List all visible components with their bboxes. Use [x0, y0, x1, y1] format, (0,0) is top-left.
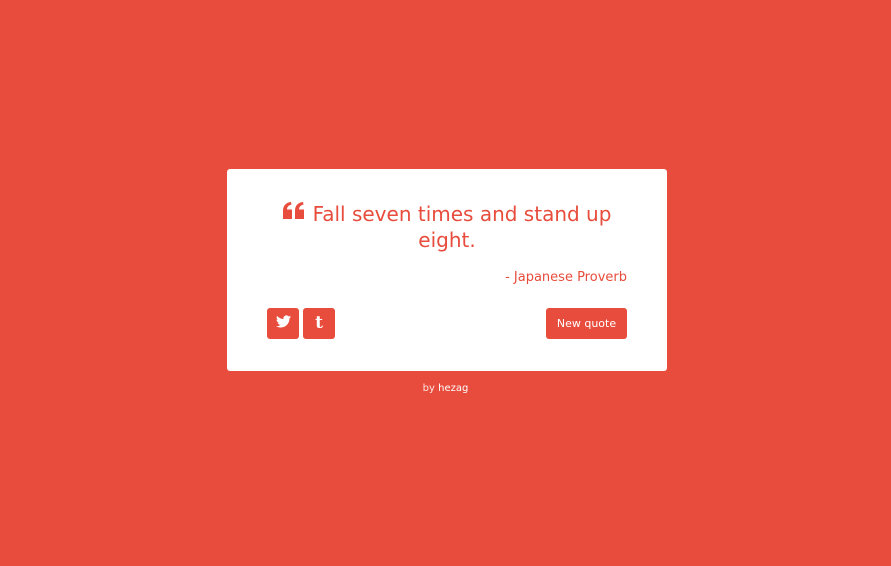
- quote-box: Fall seven times and stand up eight. - J…: [227, 169, 667, 371]
- quote-author: - Japanese Proverb: [505, 270, 627, 285]
- button-row: t New quote: [267, 308, 627, 339]
- quote-text-container: Fall seven times and stand up eight.: [267, 201, 627, 253]
- tweet-button[interactable]: [267, 308, 299, 339]
- quote-left-icon: [282, 202, 305, 220]
- footer-by-label: by: [422, 383, 435, 394]
- quote-text: Fall seven times and stand up eight.: [312, 202, 612, 252]
- new-quote-button[interactable]: New quote: [546, 308, 627, 339]
- tumblr-button[interactable]: t: [303, 308, 335, 339]
- tumblr-icon: t: [315, 313, 323, 333]
- twitter-icon: [275, 314, 291, 333]
- footer: by hezag: [0, 382, 891, 396]
- footer-author-link[interactable]: hezag: [438, 383, 468, 394]
